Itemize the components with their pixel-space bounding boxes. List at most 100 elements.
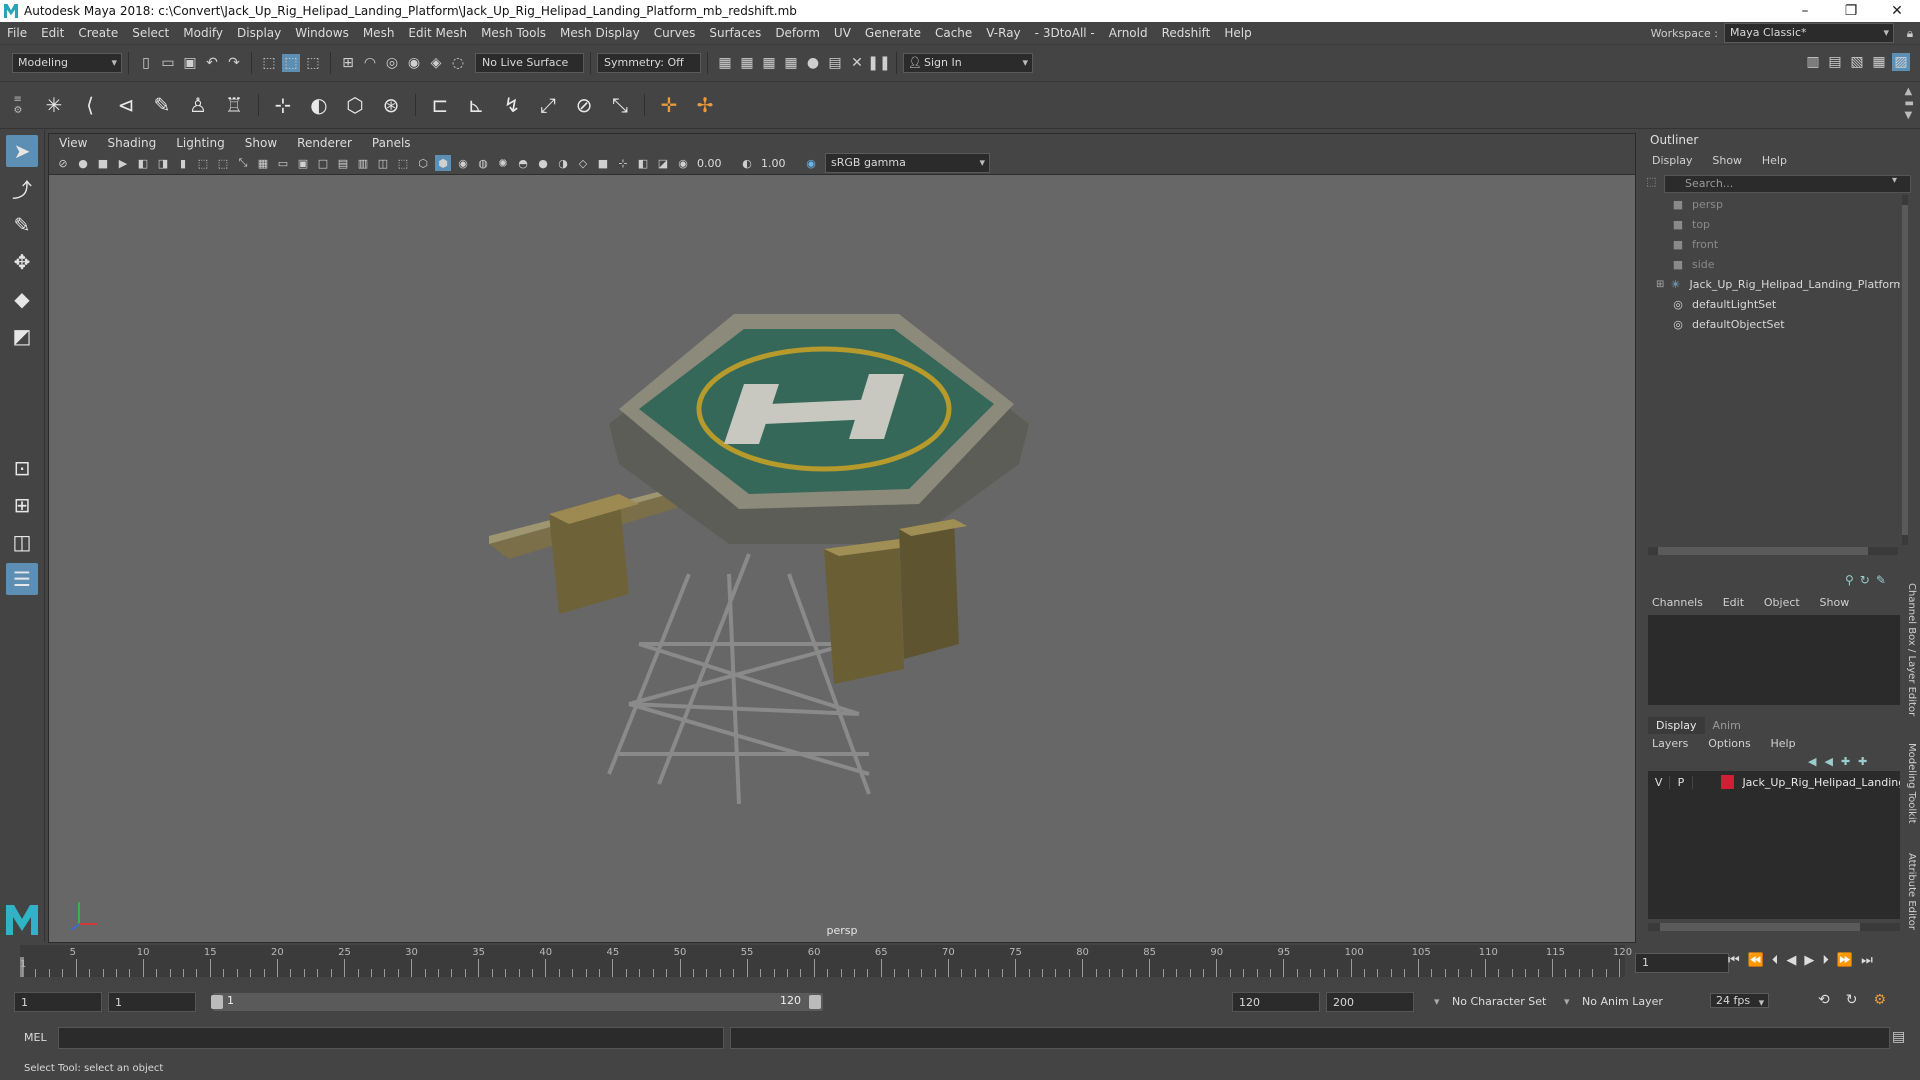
- select-camera-icon[interactable]: ⊘: [55, 155, 71, 171]
- move-layer-up-icon[interactable]: ◀: [1808, 755, 1816, 768]
- menu-3dtoall[interactable]: - 3DtoAll -: [1028, 22, 1102, 44]
- shelf-constraint-icon[interactable]: ⊾: [461, 90, 491, 120]
- shelf-smooth-bind-icon[interactable]: ◐: [304, 90, 334, 120]
- two-view-layout-icon[interactable]: ◫: [6, 526, 38, 558]
- layer-color-swatch[interactable]: [1720, 775, 1735, 789]
- shelf-aim-constraint-icon[interactable]: ↯: [497, 90, 527, 120]
- field-chart-icon[interactable]: ⬚: [195, 155, 211, 171]
- outliner-item[interactable]: ■ persp: [1670, 195, 1900, 215]
- menu-mesh-tools[interactable]: Mesh Tools: [474, 22, 553, 44]
- shelf-parent-constraint-icon[interactable]: ⤡: [605, 90, 635, 120]
- select-hierarchy-icon[interactable]: ⬚: [260, 54, 278, 72]
- screen-space-ao-icon[interactable]: ✺: [495, 155, 511, 171]
- play-back-icon[interactable]: ◀: [1786, 953, 1796, 968]
- redo-icon[interactable]: ↷: [225, 54, 243, 72]
- outliner-filter-icon[interactable]: ⬚: [1646, 175, 1658, 189]
- four-view-layout-icon[interactable]: ⊞: [6, 489, 38, 521]
- new-layer-icon[interactable]: ✚: [1841, 755, 1850, 768]
- tab-anim[interactable]: Anim: [1705, 717, 1749, 734]
- ipr-render-icon[interactable]: ▦: [760, 54, 778, 72]
- menu-mesh[interactable]: Mesh: [356, 22, 402, 44]
- snap-surface-icon[interactable]: ◈: [427, 54, 445, 72]
- symmetry-field[interactable]: Symmetry: Off: [597, 53, 701, 73]
- viewport-menu-view[interactable]: View: [49, 134, 97, 152]
- play-forward-icon[interactable]: ▶: [1804, 953, 1814, 968]
- camera-2d-icon[interactable]: ◧: [635, 155, 651, 171]
- time-slider-track[interactable]: 5 10 15 20 25 30 35 40 45 50 55 60 65 70 75 80 85 90 95 100…: [20, 945, 1632, 977]
- move-layer-down-icon[interactable]: ◀: [1824, 755, 1832, 768]
- shelf-ik-handle-icon[interactable]: ⟨: [75, 90, 105, 120]
- outliner-search-input[interactable]: Search...: [1664, 175, 1911, 193]
- channelbox-area[interactable]: [1648, 615, 1900, 705]
- menu-file[interactable]: File: [0, 22, 34, 44]
- shelf-lattice-icon[interactable]: ⬡: [340, 90, 370, 120]
- bookmarks-icon[interactable]: ■: [95, 155, 111, 171]
- menu-redshift[interactable]: Redshift: [1155, 22, 1218, 44]
- command-language-label[interactable]: MEL: [24, 1031, 47, 1044]
- mode-dropdown[interactable]: Modeling: [12, 53, 122, 73]
- save-scene-icon[interactable]: ▣: [181, 54, 199, 72]
- lasso-tool-icon[interactable]: ⤴: [6, 172, 38, 204]
- expand-icon[interactable]: ⊞: [1656, 275, 1668, 295]
- render-settings-icon[interactable]: ▦: [782, 54, 800, 72]
- outliner-vertical-scrollbar[interactable]: [1902, 195, 1908, 545]
- menu-create[interactable]: Create: [71, 22, 125, 44]
- animation-start-field[interactable]: 1: [14, 992, 102, 1012]
- viewport-menu-shading[interactable]: Shading: [97, 134, 166, 152]
- depth-of-field-icon[interactable]: ◑: [555, 155, 571, 171]
- layer-menu-help[interactable]: Help: [1771, 737, 1796, 750]
- wireframe-icon[interactable]: ▭: [275, 155, 291, 171]
- layout-toggle-icon[interactable]: ▨: [1892, 53, 1910, 71]
- default-material-icon[interactable]: □: [315, 155, 331, 171]
- menu-deform[interactable]: Deform: [768, 22, 827, 44]
- shelf-paint-weights-icon[interactable]: ✎: [147, 90, 177, 120]
- shelf-bind-skin-icon[interactable]: ⊹: [268, 90, 298, 120]
- xray-joints-icon[interactable]: ◉: [455, 155, 471, 171]
- undo-icon[interactable]: ↶: [203, 54, 221, 72]
- scrollbar-thumb[interactable]: [1902, 205, 1908, 535]
- outliner-item[interactable]: ■ front: [1670, 235, 1900, 255]
- auto-key-icon[interactable]: ↻: [1846, 992, 1858, 1008]
- outliner-item[interactable]: ◎ defaultLightSet: [1670, 295, 1900, 315]
- viewport-menu-panels[interactable]: Panels: [362, 134, 421, 152]
- time-slider[interactable]: 5 10 15 20 25 30 35 40 45 50 55 60 65 70 75 80 85 90 95 100…: [0, 945, 1920, 985]
- resolution-gate-icon[interactable]: ◨: [155, 155, 171, 171]
- snap-grid-icon[interactable]: ⊞: [339, 54, 357, 72]
- outliner-item[interactable]: ◎ defaultObjectSet: [1670, 315, 1900, 335]
- menu-mesh-display[interactable]: Mesh Display: [553, 22, 647, 44]
- gamma-icon[interactable]: ◐: [739, 155, 755, 171]
- menu-select[interactable]: Select: [125, 22, 176, 44]
- menu-modify[interactable]: Modify: [176, 22, 230, 44]
- menu-edit-mesh[interactable]: Edit Mesh: [401, 22, 474, 44]
- scrollbar-thumb[interactable]: [1658, 547, 1868, 555]
- light-editor-icon[interactable]: ✕: [848, 54, 866, 72]
- outliner-item[interactable]: ■ side: [1670, 255, 1900, 275]
- menu-surfaces[interactable]: Surfaces: [702, 22, 768, 44]
- menu-curves[interactable]: Curves: [647, 22, 703, 44]
- menu-edit[interactable]: Edit: [34, 22, 71, 44]
- xray-active-icon[interactable]: ⬢: [435, 155, 451, 171]
- playback-end-field[interactable]: 120: [1232, 992, 1320, 1012]
- step-back-key-icon[interactable]: ⏪: [1748, 953, 1764, 968]
- close-button[interactable]: ✕: [1874, 0, 1920, 22]
- select-object-icon[interactable]: ⬚: [282, 54, 300, 72]
- gate-mask-icon[interactable]: ▮: [175, 155, 191, 171]
- shelf-ik-spline-icon[interactable]: ⊲: [111, 90, 141, 120]
- backface-icon[interactable]: ◍: [475, 155, 491, 171]
- new-scene-icon[interactable]: ▯: [137, 54, 155, 72]
- character-set-label[interactable]: No Character Set: [1452, 995, 1546, 1008]
- animation-end-field[interactable]: 200: [1326, 992, 1414, 1012]
- snap-live-icon[interactable]: ◌: [449, 54, 467, 72]
- menu-windows[interactable]: Windows: [288, 22, 356, 44]
- select-component-icon[interactable]: ⬚: [304, 54, 322, 72]
- open-scene-icon[interactable]: ▭: [159, 54, 177, 72]
- scrollbar-thumb[interactable]: [1660, 923, 1860, 931]
- camera-attributes-icon[interactable]: ●: [75, 155, 91, 171]
- loop-icon[interactable]: ⟲: [1818, 992, 1830, 1008]
- anim-layer-dropdown-icon[interactable]: ▾: [1564, 995, 1570, 1008]
- range-bar[interactable]: 1 120: [211, 993, 823, 1011]
- layer-menu-options[interactable]: Options: [1708, 737, 1750, 750]
- outliner-menu-display[interactable]: Display: [1652, 154, 1693, 167]
- channelbox-pin-icon[interactable]: ⚲: [1845, 573, 1854, 587]
- grid-icon[interactable]: ▦: [255, 155, 271, 171]
